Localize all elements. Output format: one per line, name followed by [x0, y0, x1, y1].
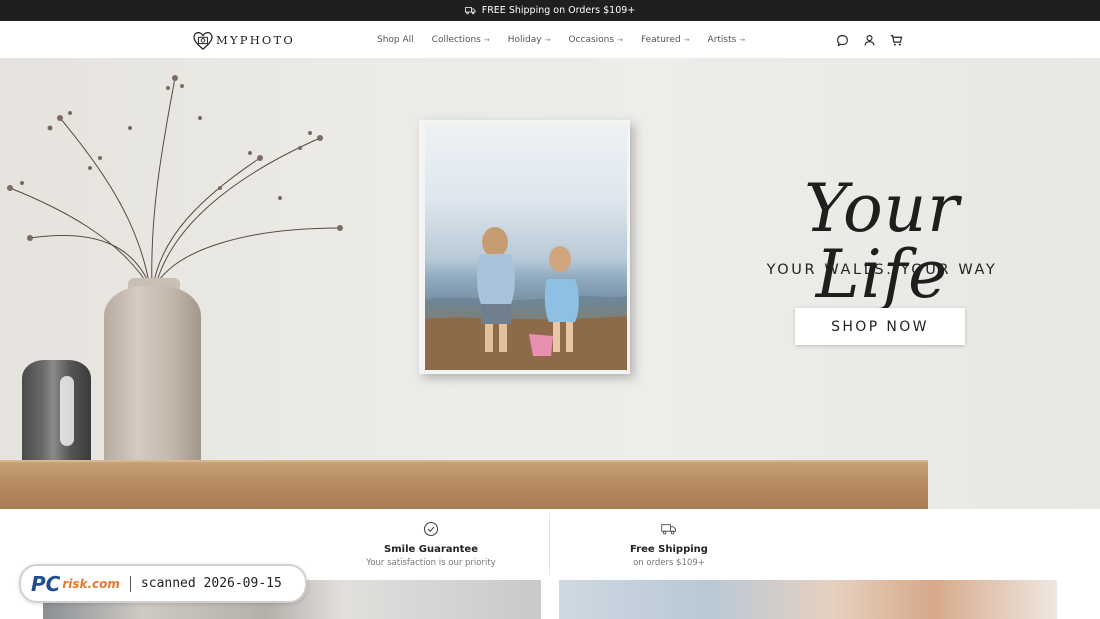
hero-title: Your Life: [804, 170, 960, 313]
check-circle-icon: [423, 521, 439, 537]
nav-item-label: Holiday: [507, 34, 542, 45]
scan-date-text: scanned 2026-09-15: [140, 576, 282, 591]
feature-title: Smile Guarantee: [384, 544, 478, 555]
nav-item-holiday[interactable]: Holiday →: [508, 35, 551, 45]
cart-icon[interactable]: [890, 32, 903, 46]
logo-text: MYPHOTO: [216, 33, 296, 47]
shop-now-button[interactable]: SHOP NOW: [795, 308, 965, 345]
dried-flowers-illustration: [7, 75, 343, 289]
badge-separator: [129, 575, 131, 592]
arrow-right-icon: →: [683, 35, 690, 44]
beach-kids-photo: [425, 124, 627, 370]
dark-vase: [22, 360, 91, 470]
vase-highlight: [60, 376, 74, 446]
nav-item-label: Collections: [431, 34, 481, 45]
heart-camera-logo-icon: [193, 31, 213, 50]
feature-subtitle: on orders $109+: [633, 558, 705, 568]
promo-text: FREE Shipping on Orders $109+: [481, 5, 636, 16]
nav-item-label: Featured: [640, 34, 681, 45]
nav-item-artists[interactable]: Artists →: [708, 35, 746, 45]
hero-subtitle: YOUR WALLS. YOUR WAY: [766, 262, 998, 278]
feature-subtitle: Your satisfaction is our priority: [366, 558, 496, 568]
arrow-right-icon: →: [617, 35, 623, 44]
ceramic-vase: [104, 286, 201, 466]
nav-item-label: Artists: [707, 34, 737, 45]
nav-item-occasions[interactable]: Occasions →: [568, 35, 622, 45]
nav-item-label: Occasions: [568, 34, 615, 45]
chat-icon[interactable]: [836, 32, 849, 47]
arrow-right-icon: →: [544, 35, 551, 44]
feature-title: Free Shipping: [630, 544, 708, 555]
arrow-right-icon: →: [739, 35, 746, 44]
truck-icon: [464, 7, 476, 15]
nav-item-featured[interactable]: Featured →: [641, 35, 690, 45]
watermark-badge: PC risk.com scanned 2026-09-15: [19, 564, 307, 603]
main-nav: MYPHOTO Shop All Collections → Holiday →…: [0, 21, 1100, 59]
feature-free-shipping: Free Shipping on orders $109+: [549, 509, 789, 579]
nav-item-shop-all[interactable]: Shop All: [377, 35, 414, 45]
nav-icons: [836, 32, 903, 47]
wooden-shelf: [0, 460, 928, 509]
nav-menu: Shop All Collections → Holiday → Occasio…: [377, 21, 745, 58]
hero-banner: Your Life YOUR WALLS. YOUR WAY SHOP NOW: [0, 58, 1100, 509]
nav-item-collections[interactable]: Collections →: [432, 35, 490, 45]
site-logo[interactable]: MYPHOTO: [192, 29, 295, 51]
logo-pc-text: PC: [31, 571, 61, 596]
logo-risk-text: risk.com: [62, 576, 120, 591]
promo-bar: FREE Shipping on Orders $109+: [0, 0, 1100, 21]
pcrisk-logo: PC risk.com: [31, 572, 120, 596]
arrow-right-icon: →: [483, 35, 490, 44]
truck-icon: [661, 524, 676, 535]
user-icon[interactable]: [863, 32, 876, 46]
feature-smile-guarantee: Smile Guarantee Your satisfaction is our…: [311, 509, 551, 579]
nav-item-label: Shop All: [377, 34, 414, 45]
collection-tile-image[interactable]: [559, 580, 1057, 619]
